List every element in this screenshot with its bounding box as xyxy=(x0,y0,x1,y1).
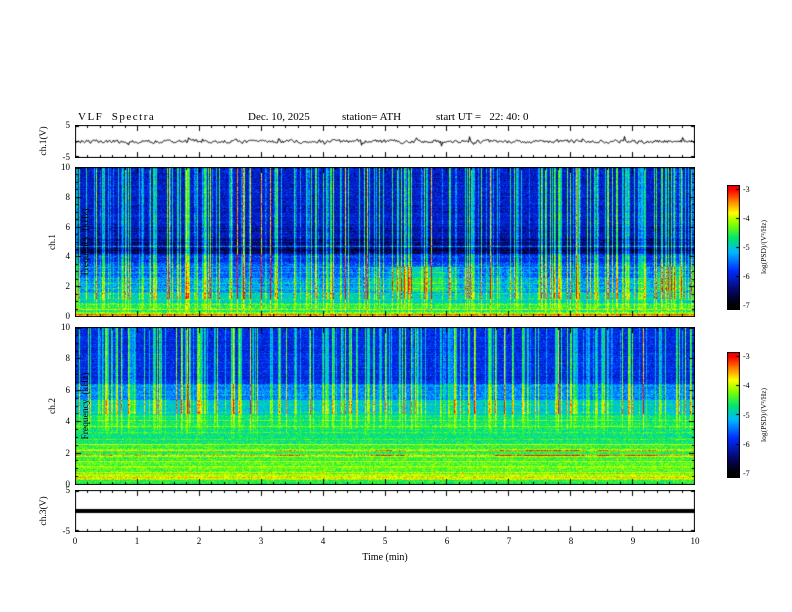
page-title: VLF Spectra xyxy=(78,111,156,123)
colorbar1-canvas xyxy=(727,185,740,310)
x-tick-label: 2 xyxy=(196,536,202,546)
ch1-volt-tick-label: -5 xyxy=(62,152,71,162)
colorbar1-tick-label: -6 xyxy=(743,271,750,281)
ch1-freq-tick-label: 6 xyxy=(65,221,71,232)
ch2-freq-tick-label: 4 xyxy=(65,416,71,427)
ch3-volt-tick-label: -5 xyxy=(62,526,71,536)
ch1-axis-units: Frequency (kHz) xyxy=(81,208,91,276)
ch2-freq-tick-label: 8 xyxy=(65,353,71,364)
x-tick-label: 3 xyxy=(258,536,264,546)
ch1-spectrogram-canvas xyxy=(75,167,695,317)
ch1-freq-tick-label: 8 xyxy=(65,191,71,202)
ch1-freq-tick-label: 2 xyxy=(65,281,71,292)
ch1-freq-tick-label: 4 xyxy=(65,251,71,262)
x-tick-label: 5 xyxy=(382,536,388,546)
colorbar2-tick-label: -5 xyxy=(743,410,750,420)
header-date: Dec. 10, 2025 xyxy=(248,111,310,123)
x-tick-label: 7 xyxy=(506,536,512,546)
colorbar2-tick-label: -4 xyxy=(743,381,750,391)
colorbar1-tick-label: -7 xyxy=(743,300,750,310)
x-tick-label: 0 xyxy=(72,536,78,546)
header-station: station= ATH xyxy=(342,111,402,123)
ch1-freq-tick-label: 10 xyxy=(61,162,70,172)
ch1-freq-tick-label: 0 xyxy=(65,311,71,321)
ch3-line-canvas xyxy=(75,490,695,532)
x-tick-label: 1 xyxy=(134,536,140,546)
colorbar2-tick-label: -7 xyxy=(743,468,750,478)
colorbar1-tick-label: -5 xyxy=(743,243,750,252)
colorbar1-tick-label: -3 xyxy=(743,185,750,195)
ch1-waveform-canvas xyxy=(75,125,695,158)
time-axis-label: Time (min) xyxy=(362,552,408,563)
x-tick-label: 4 xyxy=(320,536,326,546)
x-tick-label: 10 xyxy=(690,536,700,546)
ch2-freq-tick-label: 6 xyxy=(65,384,71,395)
ch1-volt-tick-label: 5 xyxy=(65,120,71,130)
colorbar2-tick-label: -6 xyxy=(743,439,750,449)
ch2-freq-tick-label: 10 xyxy=(61,322,70,332)
vlf-spectra-figure: VLF Spectra Dec. 10, 2025 station= ATH s… xyxy=(0,0,792,612)
x-tick-label: 9 xyxy=(630,536,636,546)
colorbar2-canvas xyxy=(727,352,740,478)
ch2-freq-tick-label: 2 xyxy=(65,447,71,458)
header-start-ut: start UT = 22: 40: 0 xyxy=(436,111,529,123)
x-tick-label: 6 xyxy=(444,536,450,546)
ch2-axis-units: Frequency (kHz) xyxy=(81,372,91,440)
x-tick-label: 8 xyxy=(568,536,574,546)
ch3-volt-tick-label: 5 xyxy=(65,485,71,495)
colorbar1-tick-label: -4 xyxy=(743,214,750,224)
ch2-spectrogram-canvas xyxy=(75,327,695,485)
colorbar2-tick-label: -3 xyxy=(743,352,750,362)
